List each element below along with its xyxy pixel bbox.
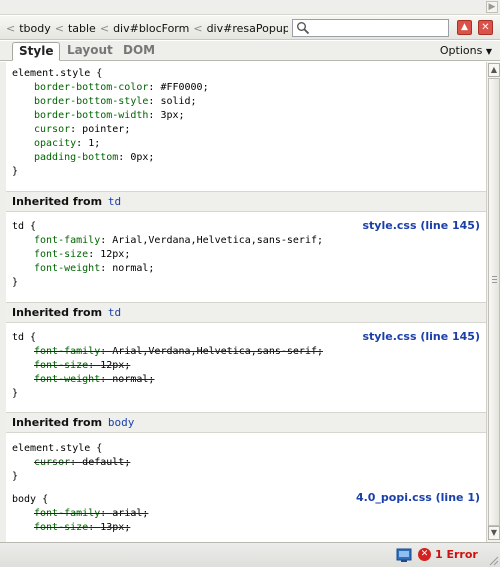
breadcrumb: < tbody < table < div#blocForm < div#res… [2,16,288,40]
inherited-header: Inherited from body [6,412,486,433]
css-property[interactable]: font-size: 12px; [12,248,323,262]
options-menu[interactable]: Options ▼ [440,44,492,57]
css-property[interactable]: padding-bottom: 0px; [12,151,209,165]
close-button[interactable]: ✕ [478,20,493,35]
breadcrumb-separator-icon: < [54,21,64,35]
tabs-bar: Style Layout DOM Options ▼ [0,41,500,61]
error-label: 1 Error [435,548,478,561]
status-bar: ✕ 1 Error [0,542,500,567]
css-property[interactable]: border-bottom-color: #FF0000; [12,81,209,95]
css-property[interactable]: border-bottom-width: 3px; [12,109,209,123]
css-property-overridden[interactable]: cursor: default; [12,456,130,470]
error-icon: ✕ [418,548,431,561]
firebug-icon[interactable] [396,547,412,563]
rule-selector: td { [12,332,37,343]
vertical-scrollbar[interactable]: ▲ ▼ [486,62,500,542]
css-property-overridden[interactable]: font-size: 13px; [12,521,148,535]
rule-close: } [12,471,19,482]
scroll-up-icon[interactable]: ▲ [488,63,500,77]
css-rule-td-overridden: td { font-family: Arial,Verdana,Helvetic… [12,331,323,401]
inherited-header: Inherited from td [6,191,486,212]
source-link[interactable]: style.css (line 145) [362,330,480,343]
inherited-tag-link[interactable]: body [108,416,135,429]
rule-selector: element.style { [12,68,103,79]
css-property[interactable]: cursor: pointer; [12,123,209,137]
search-box[interactable] [292,19,449,37]
breadcrumb-item-table[interactable]: table [68,22,96,35]
breadcrumb-separator-icon: < [6,21,16,35]
inspector-toolbar: < tbody < table < div#blocForm < div#res… [0,16,500,40]
inherited-label: Inherited from [12,195,103,208]
search-icon [297,22,310,35]
rule-close: } [12,166,19,177]
collapse-arrow-icon[interactable]: ▶ [486,1,498,13]
rule-selector: body { [12,494,49,505]
rule-close: } [12,277,19,288]
inherited-tag-link[interactable]: td [108,195,121,208]
tab-dom[interactable]: DOM [117,42,161,61]
inherited-header: Inherited from td [6,302,486,323]
scroll-down-icon[interactable]: ▼ [488,526,500,540]
resize-grip-icon[interactable] [487,554,499,566]
css-property-overridden[interactable]: font-family: arial; [12,507,148,521]
options-label: Options [439,44,483,57]
css-property[interactable]: opacity: 1; [12,137,209,151]
tab-layout[interactable]: Layout [61,42,119,61]
chevron-down-icon: ▼ [485,47,492,56]
error-count[interactable]: ✕ 1 Error [418,548,478,561]
inherited-label: Inherited from [12,416,103,429]
breadcrumb-item-blocform[interactable]: div#blocForm [113,22,189,35]
top-strip: ▶ [0,0,500,15]
rule-close: } [12,388,19,399]
rule-selector: td { [12,221,37,232]
breadcrumb-separator-icon: < [99,21,110,35]
breadcrumb-separator-icon: < [193,21,203,35]
source-link[interactable]: 4.0_popi.css (line 1) [356,491,480,504]
breadcrumb-item-tbody[interactable]: tbody [19,22,51,35]
css-property[interactable]: border-bottom-style: solid; [12,95,209,109]
breadcrumb-item-resapopup[interactable]: div#resaPopup_int [207,22,288,35]
css-property[interactable]: font-family: Arial,Verdana,Helvetica,san… [12,234,323,248]
css-rule-td: td { font-family: Arial,Verdana,Helvetic… [12,220,323,290]
tab-style[interactable]: Style [12,42,61,61]
css-rule-element-style: element.style { border-bottom-color: #FF… [12,67,209,179]
search-input[interactable] [313,21,445,35]
source-link[interactable]: style.css (line 145) [362,219,480,232]
css-property-overridden[interactable]: font-weight: normal; [12,373,323,387]
grip-icon [492,276,497,283]
scrollbar-thumb[interactable] [488,78,500,526]
css-rule-body: body { font-family: arial; font-size: 13… [12,493,148,535]
css-property-overridden[interactable]: font-size: 12px; [12,359,323,373]
style-panel: element.style { border-bottom-color: #FF… [0,62,486,542]
rule-selector: element.style { [12,443,103,454]
inherited-tag-link[interactable]: td [108,306,121,319]
up-arrow-button[interactable]: ▲ [457,20,472,35]
css-property[interactable]: font-weight: normal; [12,262,323,276]
css-rule-element-style-inherited: element.style { cursor: default; } [12,442,130,484]
css-property-overridden[interactable]: font-family: Arial,Verdana,Helvetica,san… [12,345,323,359]
inherited-label: Inherited from [12,306,103,319]
